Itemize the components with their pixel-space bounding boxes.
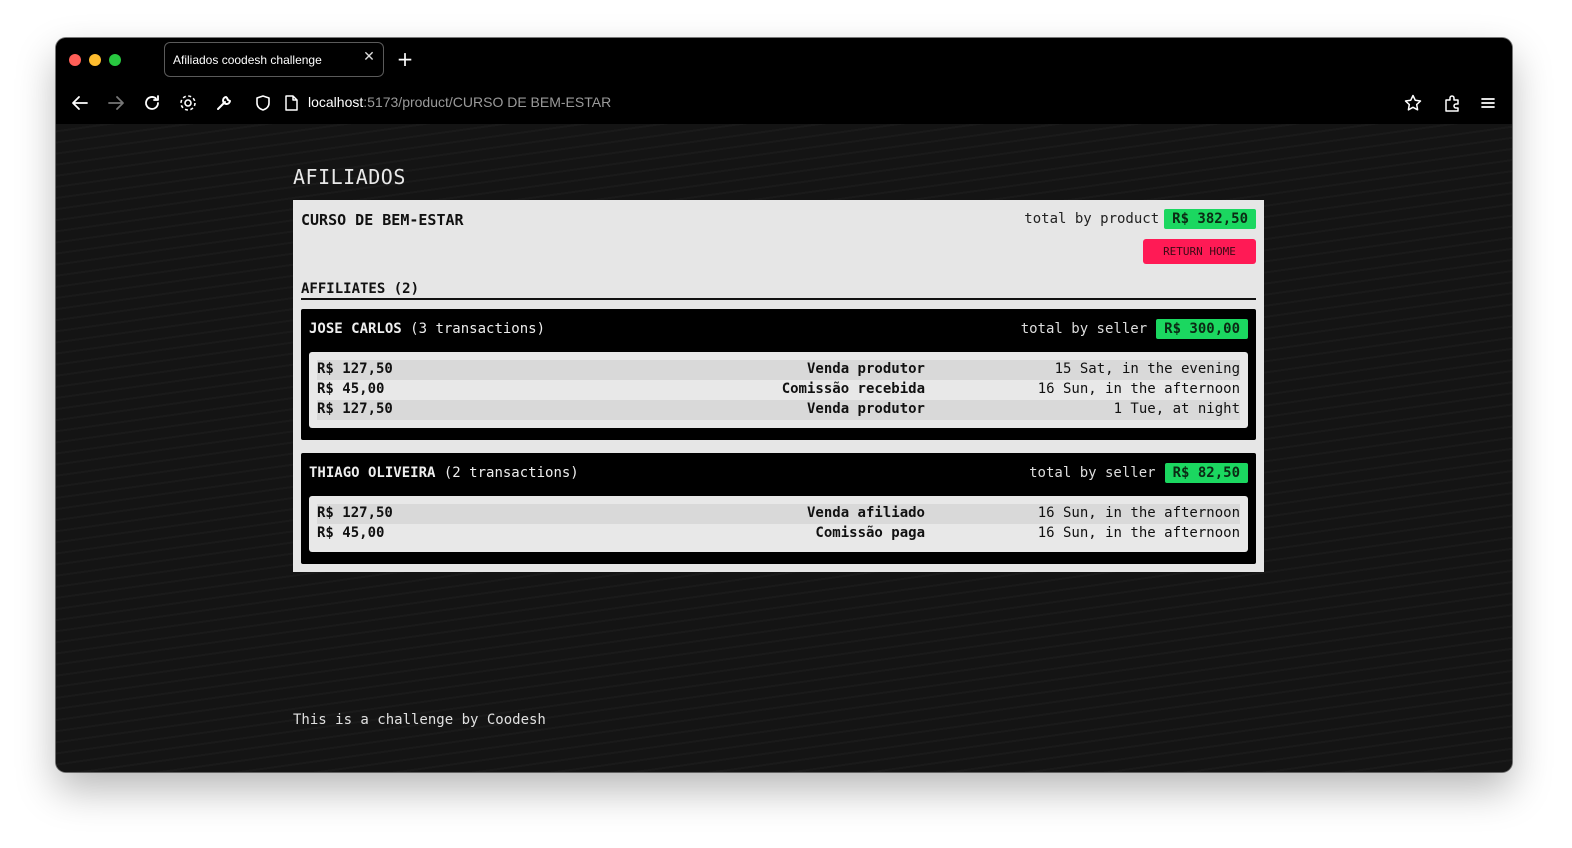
product-name: CURSO DE BEM-ESTAR <box>301 211 464 229</box>
page-content: AFILIADOS CURSO DE BEM-ESTAR total by pr… <box>56 124 1512 772</box>
affiliates-title: AFFILIATES (2) <box>301 281 420 297</box>
seller-total: total by seller R$ 300,00 <box>1021 319 1248 339</box>
address-bar[interactable]: localhost:5173/product/CURSO DE BEM-ESTA… <box>308 94 611 110</box>
transaction-value: R$ 45,00 <box>317 381 385 397</box>
transaction-type: Venda produtor <box>806 401 925 417</box>
transaction-value: R$ 45,00 <box>317 525 385 541</box>
transaction-row: R$ 45,00 Comissão paga 16 Sun, in the af… <box>317 524 1240 544</box>
seller-card-jose-carlos: JOSE CARLOS (3 transactions) total by se… <box>301 309 1256 440</box>
return-home-button[interactable]: RETURN HOME <box>1143 239 1256 264</box>
seller-total-label: total by seller <box>1029 465 1156 481</box>
menu-icon[interactable] <box>1477 92 1499 114</box>
page-icon <box>280 92 302 114</box>
transaction-date: 1 Tue, at night <box>1113 401 1240 417</box>
navigation-bar: localhost:5173/product/CURSO DE BEM-ESTA… <box>56 82 1512 124</box>
transaction-row: R$ 127,50 Venda afiliado 16 Sun, in the … <box>317 504 1240 524</box>
seller-card-thiago-oliveira: THIAGO OLIVEIRA (2 transactions) total b… <box>301 453 1256 564</box>
seller-total: total by seller R$ 82,50 <box>1029 463 1248 483</box>
transaction-row: R$ 127,50 Venda produtor 1 Tue, at night <box>317 400 1240 420</box>
transactions-list: R$ 127,50 Venda produtor 15 Sat, in the … <box>309 352 1248 428</box>
close-window-button[interactable] <box>69 54 81 66</box>
page-title: AFILIADOS <box>293 165 406 189</box>
close-icon[interactable]: ✕ <box>361 49 377 65</box>
plus-icon[interactable]: + <box>396 48 414 70</box>
star-icon[interactable] <box>1402 92 1424 114</box>
divider <box>301 298 1256 300</box>
wrench-icon[interactable] <box>213 92 235 114</box>
product-total-badge: R$ 382,50 <box>1164 209 1256 229</box>
seller-total-label: total by seller <box>1020 321 1148 337</box>
minimize-window-button[interactable] <box>89 54 101 66</box>
seller-heading: THIAGO OLIVEIRA (2 transactions) <box>309 465 579 481</box>
transaction-row: R$ 45,00 Comissão recebida 16 Sun, in th… <box>317 380 1240 400</box>
gear-icon[interactable] <box>177 92 199 114</box>
seller-transaction-count: (3 transactions) <box>410 321 546 337</box>
back-arrow-icon[interactable] <box>69 92 91 114</box>
transaction-date: 16 Sun, in the afternoon <box>1037 505 1240 521</box>
product-total: total by product R$ 382,50 <box>1024 209 1256 229</box>
transaction-type: Venda produtor <box>806 361 925 377</box>
browser-tab[interactable]: Afiliados coodesh challenge ✕ <box>164 42 384 77</box>
url-host: localhost <box>308 94 364 110</box>
seller-total-badge: R$ 300,00 <box>1156 319 1248 339</box>
transactions-list: R$ 127,50 Venda afiliado 16 Sun, in the … <box>309 496 1248 552</box>
tab-bar: Afiliados coodesh challenge ✕ + <box>56 38 1512 82</box>
transaction-type: Comissão recebida <box>781 381 925 397</box>
shield-icon[interactable] <box>252 92 274 114</box>
extensions-icon[interactable] <box>1441 92 1463 114</box>
product-total-label: total by product <box>1024 211 1160 227</box>
transaction-type: Comissão paga <box>815 525 925 541</box>
transaction-date: 16 Sun, in the afternoon <box>1037 381 1240 397</box>
tab-title: Afiliados coodesh challenge <box>173 53 322 67</box>
product-panel: CURSO DE BEM-ESTAR total by product R$ 3… <box>293 200 1264 572</box>
transaction-row: R$ 127,50 Venda produtor 15 Sat, in the … <box>317 360 1240 380</box>
transaction-value: R$ 127,50 <box>317 401 393 417</box>
forward-arrow-icon[interactable] <box>105 92 127 114</box>
transaction-type: Venda afiliado <box>806 505 925 521</box>
seller-transaction-count: (2 transactions) <box>443 465 579 481</box>
seller-heading: JOSE CARLOS (3 transactions) <box>309 321 545 337</box>
seller-name: THIAGO OLIVEIRA <box>309 465 436 481</box>
seller-name: JOSE CARLOS <box>309 321 402 337</box>
browser-window: Afiliados coodesh challenge ✕ + localhos… <box>56 38 1512 772</box>
reload-icon[interactable] <box>141 92 163 114</box>
transaction-date: 16 Sun, in the afternoon <box>1037 525 1240 541</box>
url-path: :5173/product/CURSO DE BEM-ESTAR <box>363 94 612 110</box>
transaction-value: R$ 127,50 <box>317 361 393 377</box>
transaction-value: R$ 127,50 <box>317 505 393 521</box>
maximize-window-button[interactable] <box>109 54 121 66</box>
seller-total-badge: R$ 82,50 <box>1164 463 1248 483</box>
footer-credit: This is a challenge by Coodesh <box>293 712 546 728</box>
transaction-date: 15 Sat, in the evening <box>1054 361 1240 377</box>
